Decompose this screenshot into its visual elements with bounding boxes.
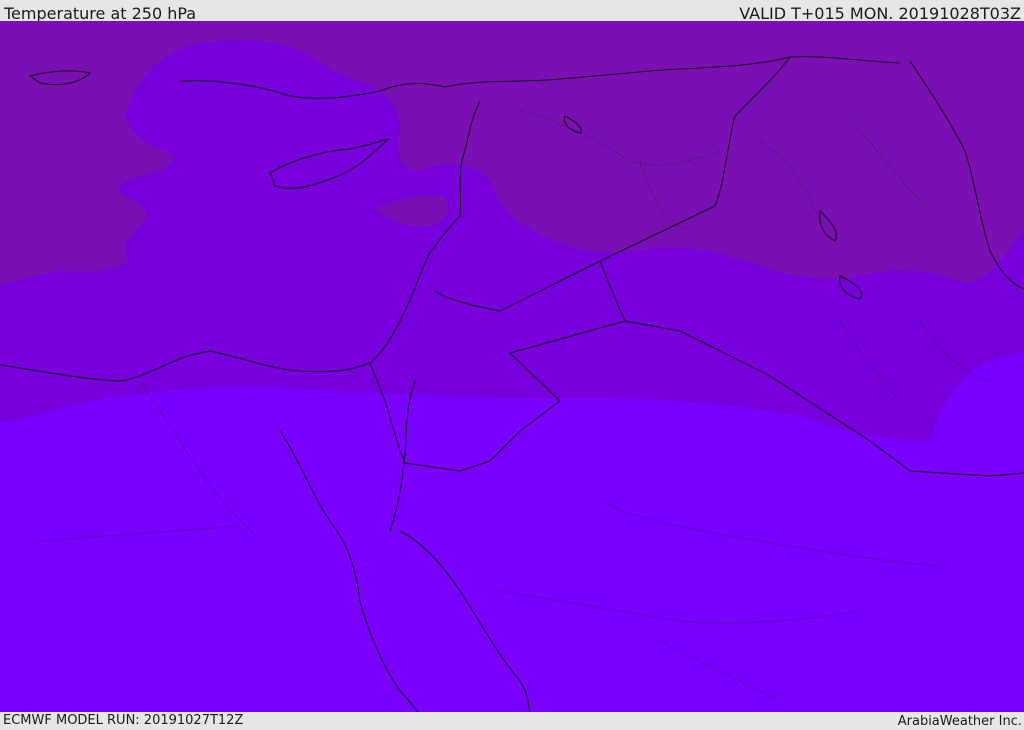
model-run: ECMWF MODEL RUN: 20191027T12Z xyxy=(3,713,244,728)
temperature-map[interactable] xyxy=(0,21,1024,712)
credit: ArabiaWeather Inc. xyxy=(897,714,1022,729)
map-canvas xyxy=(0,21,1024,712)
header-bar: Temperature at 250 hPa VALID T+015 MON. … xyxy=(0,0,1024,23)
footer-bar: ECMWF MODEL RUN: 20191027T12Z ArabiaWeat… xyxy=(0,712,1024,729)
